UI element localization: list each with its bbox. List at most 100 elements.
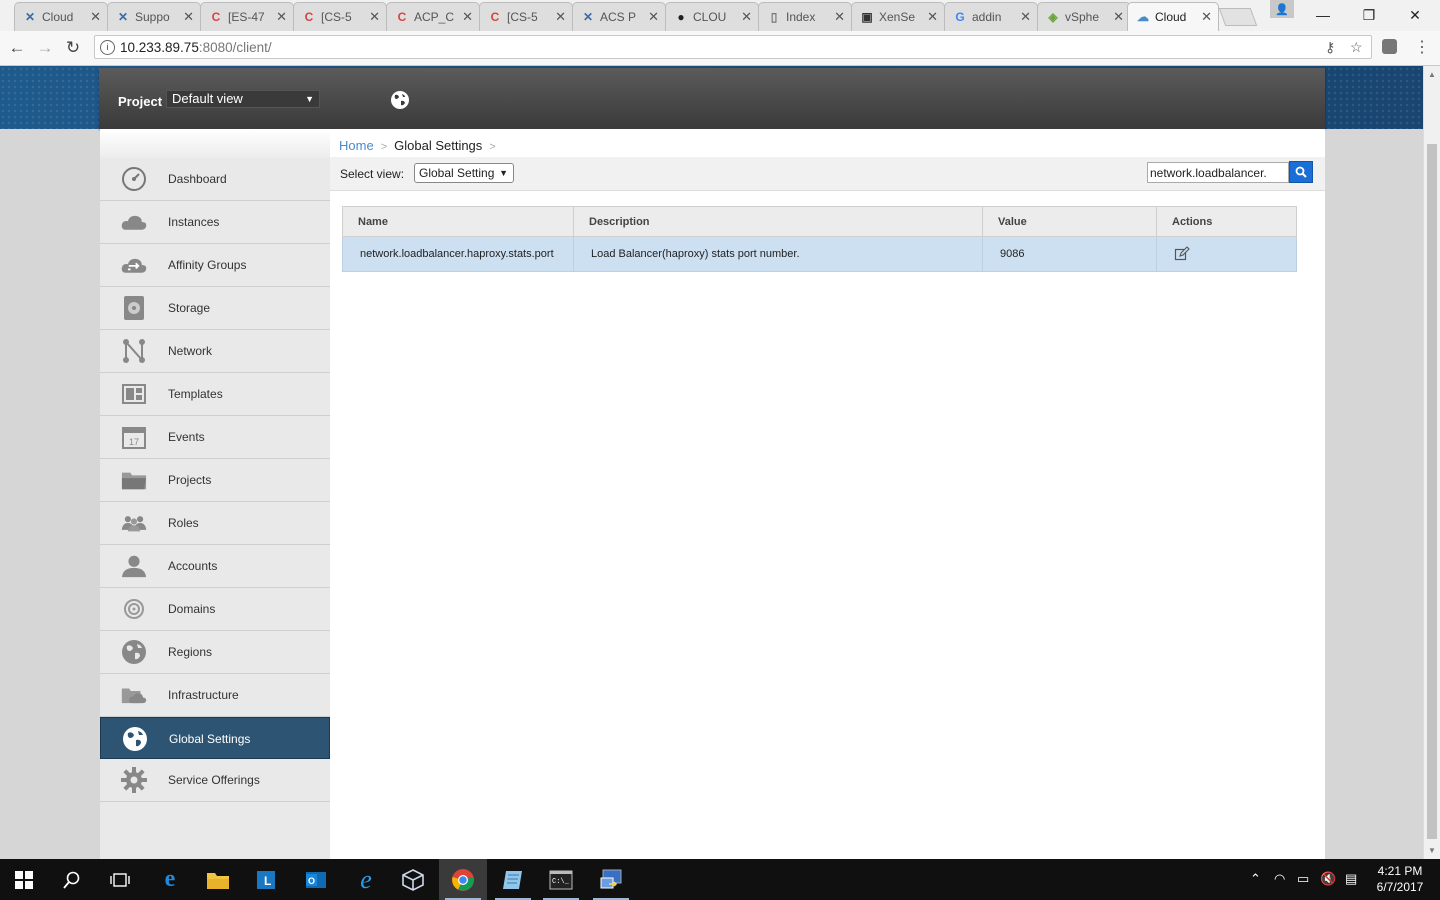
sidebar-item-network[interactable]: Network	[100, 330, 330, 373]
search-button[interactable]	[1289, 161, 1313, 183]
browser-tab[interactable]: ● CLOU ✕	[665, 2, 759, 31]
table-row[interactable]: network.loadbalancer.haproxy.stats.port …	[342, 236, 1297, 272]
notification-icon[interactable]: ▤	[1345, 871, 1357, 887]
minimize-button[interactable]: —	[1300, 0, 1346, 30]
outlook-icon: O	[306, 871, 326, 888]
affinity-icon	[121, 252, 147, 278]
browser-tab[interactable]: ✕ Suppo ✕	[107, 2, 201, 31]
edit-icon[interactable]	[1174, 246, 1190, 262]
sidebar-item-dashboard[interactable]: Dashboard	[100, 158, 330, 201]
sidebar-item-infrastructure[interactable]: Infrastructure	[100, 674, 330, 717]
breadcrumb-home[interactable]: Home	[339, 138, 374, 153]
chrome-button[interactable]	[439, 859, 487, 900]
wifi-icon[interactable]: ◠	[1274, 871, 1285, 887]
globe-icon[interactable]	[390, 90, 410, 110]
close-tab-icon[interactable]: ✕	[1201, 9, 1212, 25]
browser-tab-active[interactable]: ☁ Cloud ✕	[1127, 2, 1219, 31]
svg-text:O: O	[308, 876, 315, 886]
key-icon[interactable]: ⚷	[1325, 39, 1335, 56]
sidebar-item-events[interactable]: 17 Events	[100, 416, 330, 459]
browser-tab[interactable]: C [CS-5 ✕	[479, 2, 573, 31]
browser-tab[interactable]: ▯ Index ✕	[758, 2, 852, 31]
task-view-button[interactable]	[96, 859, 144, 900]
cell-actions	[1156, 236, 1297, 272]
lync-button[interactable]: L	[242, 859, 290, 900]
virtualbox-button[interactable]	[389, 859, 437, 900]
close-tab-icon[interactable]: ✕	[1020, 9, 1031, 25]
close-tab-icon[interactable]: ✕	[1113, 9, 1124, 25]
address-bar[interactable]: i 10.233.89.75:8080/client/ ⚷ ☆	[94, 35, 1372, 59]
new-tab-button[interactable]	[1218, 8, 1258, 26]
file-explorer-button[interactable]	[194, 859, 242, 900]
internet-explorer-button[interactable]: e	[342, 859, 390, 900]
sidebar-item-templates[interactable]: Templates	[100, 373, 330, 416]
sidebar-item-label: Service Offerings	[168, 773, 260, 787]
sidebar-item-label: Regions	[168, 645, 213, 659]
reload-icon[interactable]: ↻	[62, 37, 84, 59]
sidebar-item-service-offerings[interactable]: Service Offerings	[100, 759, 330, 802]
close-tab-icon[interactable]: ✕	[927, 9, 938, 25]
sidebar-item-projects[interactable]: Projects	[100, 459, 330, 502]
browser-tab[interactable]: Gaddin ✕	[944, 2, 1038, 31]
browser-tab[interactable]: ◈ vSphe ✕	[1037, 2, 1131, 31]
settings-table: Name Description Value Actions network.l…	[342, 206, 1297, 272]
close-tab-icon[interactable]: ✕	[834, 9, 845, 25]
restore-button[interactable]: ❐	[1346, 0, 1392, 30]
edge-icon: e	[164, 866, 176, 892]
browser-menu-icon[interactable]: ⋮	[1414, 37, 1430, 57]
info-icon[interactable]: i	[100, 40, 115, 55]
star-icon[interactable]: ☆	[1350, 39, 1363, 56]
sidebar-item-global-settings[interactable]: Global Settings	[100, 717, 330, 759]
edge-button[interactable]: e	[146, 859, 194, 900]
terminal-icon: C:\_	[549, 870, 573, 889]
browser-tab[interactable]: ✕ ACS P ✕	[572, 2, 666, 31]
close-tab-icon[interactable]: ✕	[462, 9, 473, 25]
close-tab-icon[interactable]: ✕	[369, 9, 380, 25]
close-tab-icon[interactable]: ✕	[555, 9, 566, 25]
taskbar-clock[interactable]: 4:21 PM 6/7/2017	[1370, 863, 1430, 895]
outlook-button[interactable]: O	[292, 859, 340, 900]
sidebar-item-instances[interactable]: Instances	[100, 201, 330, 244]
show-hidden-icons[interactable]: ⌃	[1250, 871, 1261, 887]
back-icon[interactable]: ←	[6, 37, 28, 59]
scrollbar-thumb[interactable]	[1427, 144, 1437, 839]
battery-icon[interactable]: ▭	[1297, 871, 1309, 887]
browser-tab[interactable]: ▣ XenSe ✕	[851, 2, 945, 31]
search-taskbar-button[interactable]	[48, 859, 96, 900]
clock-time: 4:21 PM	[1377, 864, 1423, 878]
folder-icon	[121, 467, 147, 493]
notepad-button[interactable]	[489, 859, 537, 900]
browser-tab[interactable]: C ACP_C ✕	[386, 2, 480, 31]
sidebar-item-storage[interactable]: Storage	[100, 287, 330, 330]
close-tab-icon[interactable]: ✕	[741, 9, 752, 25]
close-tab-icon[interactable]: ✕	[90, 9, 101, 25]
sidebar-item-roles[interactable]: Roles	[100, 502, 330, 545]
browser-tab[interactable]: C [CS-5 ✕	[293, 2, 387, 31]
search-input[interactable]	[1147, 162, 1289, 183]
sidebar-item-accounts[interactable]: Accounts	[100, 545, 330, 588]
browser-tab[interactable]: ✕ Cloud ✕	[14, 2, 108, 31]
start-button[interactable]	[0, 859, 48, 900]
sidebar-item-affinity-groups[interactable]: Affinity Groups	[100, 244, 330, 287]
profile-icon[interactable]: 👤	[1270, 0, 1294, 18]
scroll-up-arrow-icon[interactable]: ▲	[1428, 70, 1436, 79]
url-text[interactable]: 10.233.89.75:8080/client/	[120, 40, 272, 55]
select-view-dropdown[interactable]: Global Setting ▼	[414, 163, 514, 183]
volume-muted-icon[interactable]: 🔇	[1320, 871, 1336, 887]
sidebar-item-regions[interactable]: Regions	[100, 631, 330, 674]
sidebar-item-domains[interactable]: Domains	[100, 588, 330, 631]
breadcrumb-current[interactable]: Global Settings	[394, 138, 482, 153]
project-select[interactable]: Default view ▼	[166, 90, 320, 108]
extension-icon[interactable]	[1382, 39, 1397, 54]
terminal-button[interactable]: C:\_	[537, 859, 585, 900]
close-tab-icon[interactable]: ✕	[276, 9, 287, 25]
internet-explorer-icon: e	[360, 864, 372, 894]
close-tab-icon[interactable]: ✕	[183, 9, 194, 25]
browser-tab[interactable]: C [ES-47 ✕	[200, 2, 294, 31]
close-tab-icon[interactable]: ✕	[648, 9, 659, 25]
close-window-button[interactable]: ✕	[1392, 0, 1438, 30]
remote-desktop-button[interactable]	[587, 859, 635, 900]
forward-icon[interactable]: →	[34, 37, 56, 59]
scroll-down-arrow-icon[interactable]: ▼	[1428, 846, 1436, 855]
page-scrollbar[interactable]: ▲ ▼	[1423, 66, 1440, 859]
